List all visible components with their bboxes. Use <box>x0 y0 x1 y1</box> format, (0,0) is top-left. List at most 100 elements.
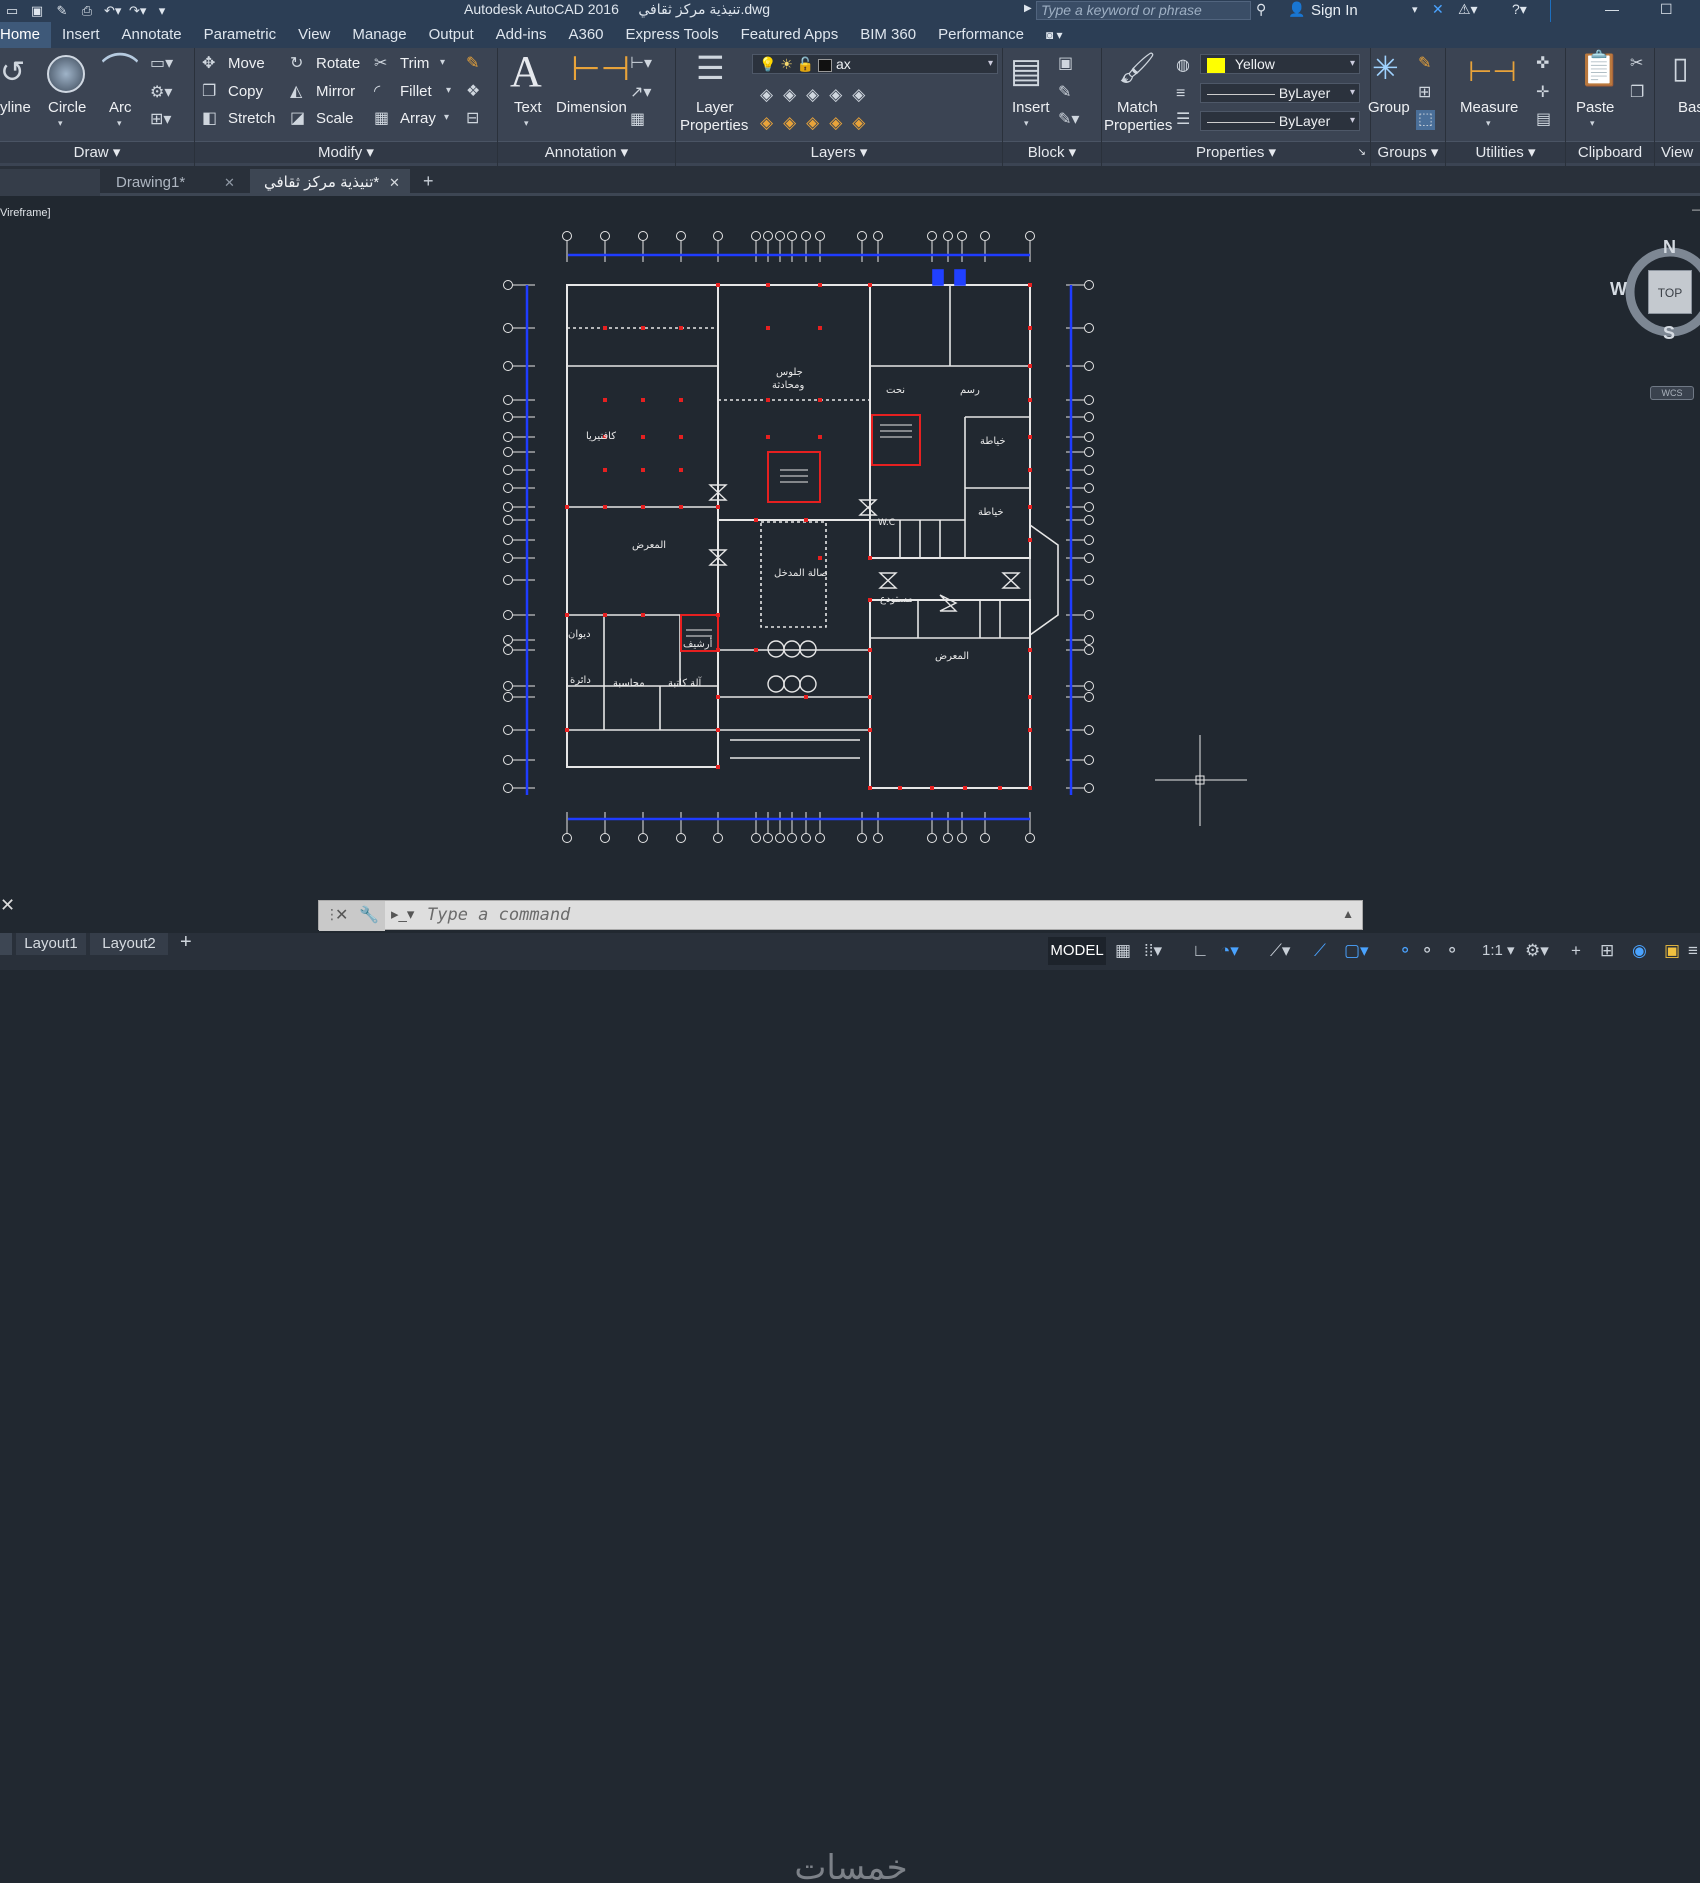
edit-attributes-icon[interactable]: ✎▾ <box>1058 112 1079 128</box>
create-block-icon[interactable]: ▣ <box>1058 56 1073 72</box>
array-button[interactable]: Array <box>400 110 436 127</box>
search-input[interactable]: Type a keyword or phrase <box>1036 1 1251 20</box>
arc-button[interactable]: Arc <box>109 99 132 116</box>
properties-panel-title[interactable]: Properties ▾ ↘ <box>1102 141 1370 163</box>
utilities-panel-title[interactable]: Utilities ▾ <box>1446 141 1565 163</box>
measure-icon[interactable]: ⊢⊣ <box>1468 58 1517 86</box>
chevron-down-icon[interactable]: ▾ <box>117 119 122 128</box>
layer-tools-row-2-icon[interactable]: ◈◈◈◈◈ <box>760 114 875 131</box>
workspace-gear-icon[interactable]: ⚙▾ <box>1525 941 1549 961</box>
copy-clip-icon[interactable]: ❐ <box>1630 85 1644 101</box>
compass-west[interactable]: W <box>1610 279 1627 300</box>
layers-panel-title[interactable]: Layers ▾ <box>676 141 1002 163</box>
user-icon[interactable]: 👤 <box>1288 1 1305 18</box>
layer-tools-row-1-icon[interactable]: ◈◈◈◈◈ <box>760 86 875 103</box>
paste-button[interactable]: Paste <box>1576 99 1614 116</box>
layout-nav[interactable] <box>0 933 12 955</box>
match-properties-button[interactable]: Match <box>1117 99 1158 116</box>
tab-options-icon[interactable]: ◙ ▾ <box>1035 22 1074 48</box>
lineweight-dropdown[interactable]: ByLayer ▾ <box>1200 111 1360 131</box>
rectangle-icon[interactable]: ▭▾ <box>150 56 173 72</box>
tab-parametric[interactable]: Parametric <box>193 22 288 48</box>
chevron-down-icon[interactable]: ▾ <box>440 58 445 68</box>
erase-icon[interactable]: ✎ <box>466 56 479 72</box>
trim-icon[interactable]: ✂ <box>374 56 387 72</box>
leader-icon[interactable]: ↗▾ <box>630 85 651 101</box>
command-history-icon[interactable]: ▲ <box>1342 907 1354 921</box>
insert-button[interactable]: Insert <box>1012 99 1050 116</box>
chevron-down-icon[interactable]: ▾ <box>446 86 451 96</box>
tab-performance[interactable]: Performance <box>927 22 1035 48</box>
linetype-dropdown[interactable]: ByLayer ▾ <box>1200 83 1360 103</box>
undo-icon[interactable]: ↶▾ <box>104 3 121 19</box>
compass-south[interactable]: S <box>1663 323 1675 344</box>
exchange-icon[interactable]: ✕ <box>1432 1 1444 18</box>
print-icon[interactable]: ⎙ <box>79 3 95 19</box>
chevron-down-icon[interactable]: ▾ <box>58 119 63 128</box>
chevron-down-icon[interactable]: ▾ <box>524 119 529 128</box>
compass-north[interactable]: N <box>1663 237 1676 258</box>
draw-panel-title[interactable]: Draw ▾ <box>0 141 194 163</box>
arc-icon[interactable]: ⌒ <box>101 54 139 92</box>
block-panel-title[interactable]: Block ▾ <box>1003 141 1101 163</box>
layer-dropdown[interactable]: 💡 ☀ 🔓 ax ▾ <box>752 54 998 74</box>
color-dropdown[interactable]: Yellow ▾ <box>1200 54 1360 74</box>
close-icon[interactable]: ✕ <box>389 175 400 191</box>
sign-in-button[interactable]: Sign In <box>1311 2 1358 19</box>
a360-icon[interactable]: ⚠▾ <box>1458 1 1478 18</box>
tab-add-ins[interactable]: Add-ins <box>485 22 558 48</box>
tab-layout2[interactable]: Layout2 <box>90 933 168 955</box>
base-view-icon[interactable]: ▯ <box>1672 54 1689 84</box>
view-panel-title[interactable]: View <box>1655 141 1700 163</box>
group-button[interactable]: Group <box>1368 99 1410 116</box>
move-icon[interactable]: ✥ <box>202 56 215 72</box>
save-as-icon[interactable]: ✎ <box>54 3 70 19</box>
rotate-button[interactable]: Rotate <box>316 55 360 72</box>
measure-button[interactable]: Measure <box>1460 99 1518 116</box>
table-icon[interactable]: ▦ <box>630 112 645 128</box>
isodraft-icon[interactable]: ⟋▾ <box>1270 941 1290 961</box>
polyline-button[interactable]: yline <box>0 99 31 116</box>
tab-bim-360[interactable]: BIM 360 <box>849 22 927 48</box>
move-button[interactable]: Move <box>228 55 265 72</box>
redo-icon[interactable]: ↷▾ <box>129 3 146 19</box>
customization-icon[interactable]: ≡ <box>1688 941 1698 961</box>
close-icon[interactable]: ✕ <box>0 895 15 916</box>
close-icon[interactable]: ✕ <box>335 905 348 925</box>
tab-view[interactable]: View <box>287 22 341 48</box>
mirror-icon[interactable]: ◭ <box>290 84 302 100</box>
grid-icon[interactable]: ▦ <box>1115 941 1131 961</box>
layer-properties-button-line2[interactable]: Properties <box>680 117 748 134</box>
clipboard-panel-title[interactable]: Clipboard <box>1566 141 1654 163</box>
circle-button[interactable]: Circle <box>48 99 86 116</box>
text-button[interactable]: Text <box>514 99 542 116</box>
match-properties-icon[interactable]: 🖌 <box>1118 54 1156 84</box>
offset-icon[interactable]: ⊟ <box>466 111 479 127</box>
tab-output[interactable]: Output <box>418 22 485 48</box>
minimize-icon[interactable]: — <box>1605 1 1619 17</box>
maximize-icon[interactable]: ☐ <box>1660 1 1673 18</box>
layer-properties-icon[interactable]: ☰ <box>696 52 725 84</box>
tab-manage[interactable]: Manage <box>341 22 417 48</box>
dimension-icon[interactable]: ⊢⊣ <box>571 52 630 86</box>
tab-active-drawing[interactable]: تنيذية مركز ثقافي* <box>250 169 410 196</box>
layer-properties-button[interactable]: Layer <box>696 99 734 116</box>
drawing-viewport[interactable]: Vireframe] — <box>0 199 1700 933</box>
open-icon[interactable]: ▭ <box>4 3 20 19</box>
otrack-icon[interactable]: ▢▾ <box>1344 941 1369 961</box>
hatch-icon[interactable]: ⚙▾ <box>150 85 172 101</box>
chevron-down-icon[interactable]: ▾ <box>1412 3 1418 16</box>
color-wheel-icon[interactable]: ◍ <box>1176 58 1190 74</box>
annotation-panel-title[interactable]: Annotation ▾ <box>498 141 675 163</box>
explode-icon[interactable]: ❖ <box>466 84 480 100</box>
viewcube[interactable]: N W S TOP <box>1610 237 1700 343</box>
ungroup-icon[interactable]: ✎ <box>1418 56 1431 72</box>
tab-express-tools[interactable]: Express Tools <box>615 22 730 48</box>
chevron-down-icon[interactable]: ▾ <box>1590 119 1595 128</box>
search-expand-icon[interactable]: ▶ <box>1024 3 1032 14</box>
close-icon[interactable]: ✕ <box>224 175 235 191</box>
annotation-scale-dropdown[interactable]: 1:1 ▾ <box>1482 941 1515 959</box>
new-layout-icon[interactable]: + <box>180 931 192 954</box>
scale-button[interactable]: Scale <box>316 110 354 127</box>
tab-featured-apps[interactable]: Featured Apps <box>730 22 850 48</box>
